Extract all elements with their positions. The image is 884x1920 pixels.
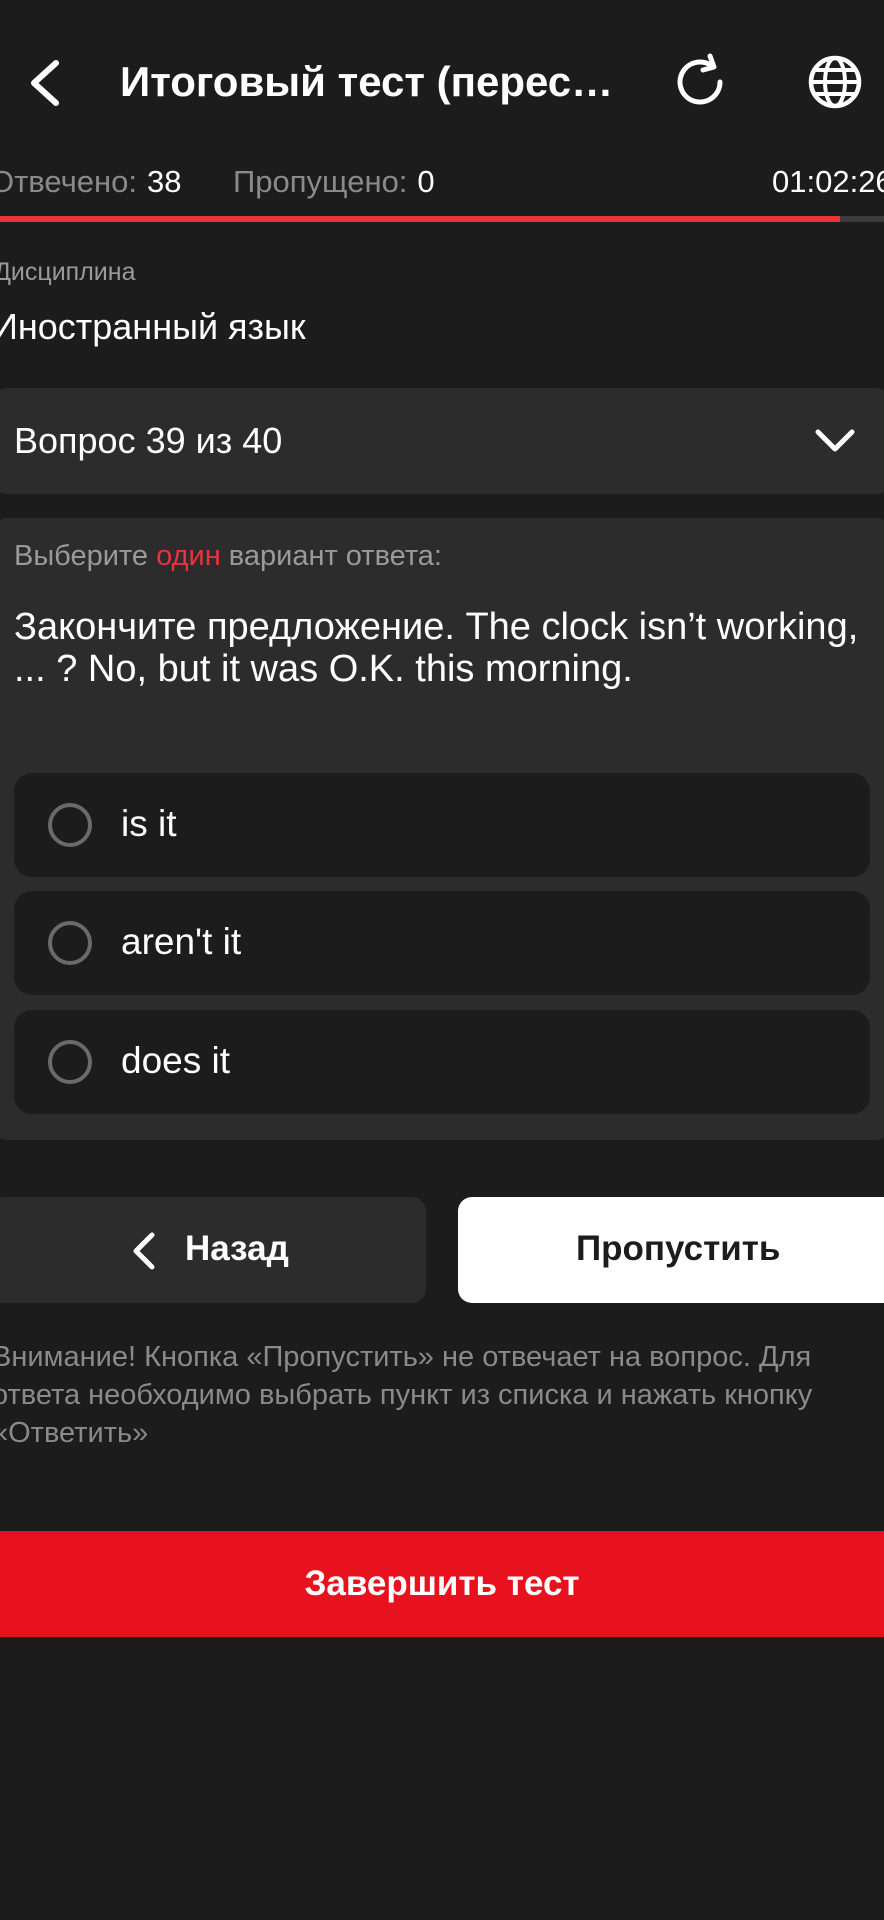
option-label: does it bbox=[121, 1040, 231, 1081]
instruction-text-end: вариант ответа: bbox=[220, 540, 442, 572]
answer-option[interactable]: does it bbox=[14, 1010, 870, 1114]
skip-button-label: Пропустить bbox=[576, 1229, 781, 1268]
answered-label: Отвечено: bbox=[0, 164, 138, 199]
skip-warning: Внимание! Кнопка «Пропустить» не отвечае… bbox=[0, 1341, 813, 1449]
answer-option[interactable]: aren't it bbox=[14, 891, 870, 995]
timer: 01:02:26 bbox=[772, 164, 884, 199]
radio-button[interactable] bbox=[48, 1040, 92, 1084]
skipped-label: Пропущено: bbox=[233, 164, 408, 199]
back-button[interactable]: Назад bbox=[0, 1197, 426, 1303]
test-stats: Отвечено: 38 Пропущено: 0 01:02:26 bbox=[0, 160, 884, 210]
option-label: is it bbox=[121, 803, 177, 844]
skipped-count: 0 bbox=[417, 164, 435, 199]
back-button-label: Назад bbox=[185, 1229, 289, 1268]
finish-test-label: Завершить тест bbox=[304, 1564, 580, 1603]
app-header: Итоговый тест (пересд... bbox=[0, 0, 884, 165]
question-card: Выберите один вариант ответа: Закончите … bbox=[0, 518, 884, 1140]
radio-button[interactable] bbox=[48, 921, 92, 965]
answer-instruction: Выберите один вариант ответа: bbox=[14, 540, 442, 573]
back-icon[interactable] bbox=[22, 55, 72, 111]
answer-option[interactable]: is it bbox=[14, 773, 870, 877]
option-label: aren't it bbox=[121, 921, 242, 962]
chevron-down-icon bbox=[810, 416, 860, 466]
discipline-value: Иностранный язык bbox=[0, 306, 306, 347]
answered-stat: Отвечено: 38 bbox=[0, 160, 182, 204]
page-title: Итоговый тест (пересд... bbox=[120, 58, 630, 105]
radio-button[interactable] bbox=[48, 803, 92, 847]
refresh-icon[interactable] bbox=[672, 52, 732, 112]
globe-icon[interactable] bbox=[805, 52, 865, 112]
question-number: Вопрос 39 из 40 bbox=[14, 420, 283, 461]
skipped-stat: Пропущено: 0 bbox=[233, 160, 435, 204]
instruction-accent: один bbox=[156, 540, 221, 572]
answered-count: 38 bbox=[147, 164, 182, 199]
discipline-label: Дисциплина bbox=[0, 258, 136, 286]
chevron-left-icon bbox=[130, 1231, 158, 1271]
progress-fill bbox=[0, 216, 840, 222]
progress-bar bbox=[0, 216, 884, 222]
instruction-text: Выберите bbox=[14, 540, 157, 572]
skip-button[interactable]: Пропустить bbox=[458, 1197, 884, 1303]
finish-test-button[interactable]: Завершить тест bbox=[0, 1531, 884, 1637]
question-selector[interactable]: Вопрос 39 из 40 bbox=[0, 388, 884, 494]
question-text: Закончите предложение. The clock isn’t w… bbox=[14, 606, 859, 690]
